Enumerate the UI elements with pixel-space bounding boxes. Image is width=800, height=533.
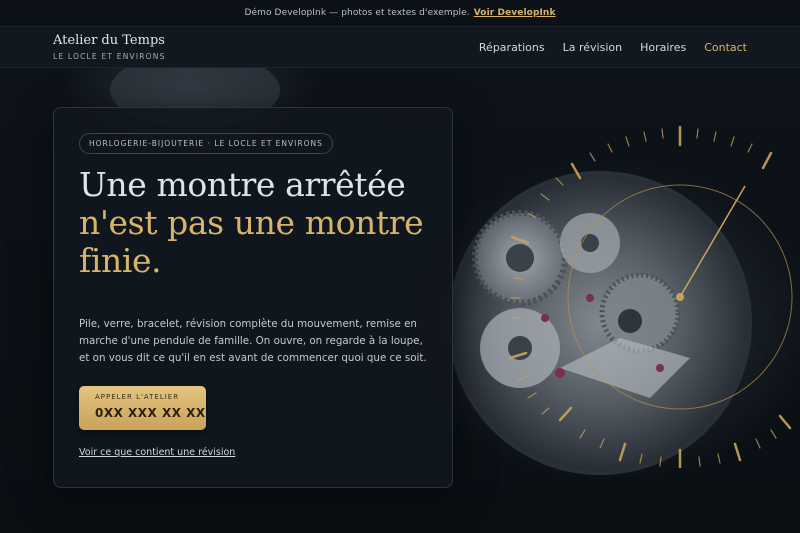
cta-phone: 0XX XXX XX XX xyxy=(95,406,206,420)
hero-section: HORLOGERIE-BIJOUTERIE · LE LOCLE ET ENVI… xyxy=(0,68,800,533)
call-atelier-button[interactable]: APPELER L'ATELIER 0XX XXX XX XX xyxy=(79,386,206,430)
nav-item-horaires[interactable]: Horaires xyxy=(640,41,686,54)
demo-banner-link[interactable]: Voir DevelopInk xyxy=(474,8,556,18)
category-pill: HORLOGERIE-BIJOUTERIE · LE LOCLE ET ENVI… xyxy=(79,133,333,154)
demo-banner-text: Démo DevelopInk — photos et textes d'exe… xyxy=(244,8,470,18)
nav-item-contact[interactable]: Contact xyxy=(704,41,747,54)
site-header: Atelier du Temps LE LOCLE ET ENVIRONS Ré… xyxy=(0,27,800,68)
hero-card: HORLOGERIE-BIJOUTERIE · LE LOCLE ET ENVI… xyxy=(53,107,453,488)
revision-details-link[interactable]: Voir ce que contient une révision xyxy=(79,447,235,458)
brand-name: Atelier du Temps xyxy=(53,33,165,48)
nav-item-reparations[interactable]: Réparations xyxy=(479,41,545,54)
hero-description: Pile, verre, bracelet, révision complète… xyxy=(79,318,427,364)
cta-label: APPELER L'ATELIER xyxy=(95,393,180,401)
hero-headline: Une montre arrêtée n'est pas une montre … xyxy=(79,166,439,280)
brand[interactable]: Atelier du Temps LE LOCLE ET ENVIRONS xyxy=(53,33,166,61)
headline-part-2-accent: n'est pas une montre finie. xyxy=(79,203,424,280)
main-nav: Réparations La révision Horaires Contact xyxy=(479,41,747,54)
demo-banner: Démo DevelopInk — photos et textes d'exe… xyxy=(0,0,800,27)
headline-part-1: Une montre arrêtée xyxy=(79,165,406,204)
nav-item-revision[interactable]: La révision xyxy=(563,41,622,54)
brand-tagline: LE LOCLE ET ENVIRONS xyxy=(53,52,166,61)
